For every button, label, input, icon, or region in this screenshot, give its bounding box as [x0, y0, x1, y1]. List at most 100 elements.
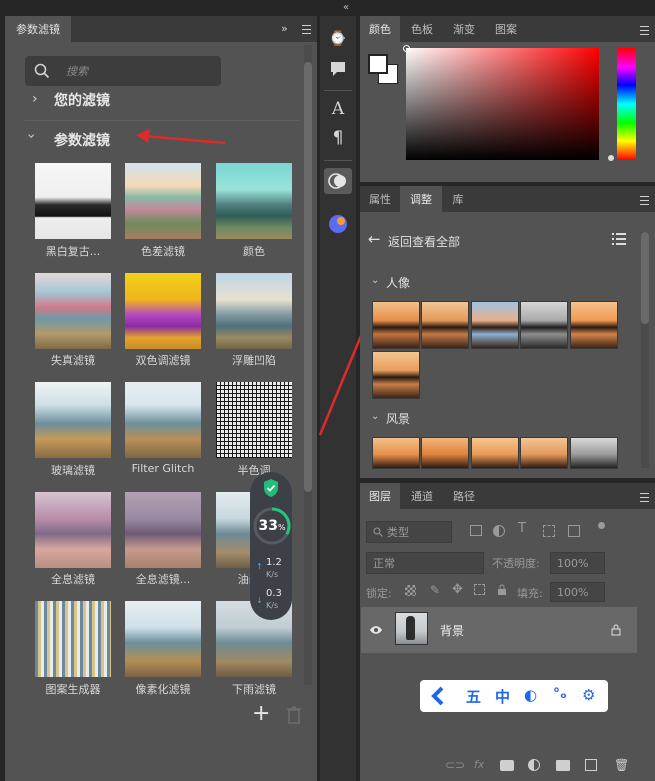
tab-swatches[interactable]: 色板 — [402, 16, 442, 42]
filter-thumb[interactable] — [125, 163, 201, 239]
blend-mode-select[interactable]: 正常 — [366, 552, 484, 574]
filter-thumb[interactable] — [35, 273, 111, 349]
fx-icon[interactable]: fx — [474, 758, 484, 771]
chevron-down-icon[interactable]: › — [23, 133, 39, 139]
trash-icon[interactable] — [286, 706, 302, 724]
back-to-all-link[interactable]: 返回查看全部 — [388, 233, 460, 250]
new-group-icon[interactable] — [556, 760, 570, 771]
list-view-icon[interactable] — [612, 233, 626, 248]
comment-icon[interactable] — [326, 58, 350, 80]
preset-thumb[interactable] — [372, 437, 420, 469]
filter-thumb[interactable] — [35, 492, 111, 568]
filter-pixel-icon[interactable] — [470, 525, 482, 536]
add-mask-icon[interactable] — [500, 760, 514, 771]
speed-percent: 33% — [258, 518, 286, 534]
tab-layers[interactable]: 图层 — [360, 483, 400, 509]
color-field[interactable] — [406, 48, 599, 160]
tab-libraries[interactable]: 库 — [442, 186, 474, 212]
left-panel-tab[interactable]: 参数滤镜 — [5, 16, 71, 42]
lock-artboard-icon[interactable] — [474, 584, 485, 595]
filter-thumb[interactable] — [216, 163, 292, 239]
tab-gradients[interactable]: 渐变 — [444, 16, 484, 42]
search-box[interactable] — [25, 56, 221, 86]
chevron-right-icon[interactable]: › — [32, 91, 38, 107]
paragraph-icon[interactable]: ¶ — [326, 127, 350, 149]
color-panel-menu-icon[interactable] — [640, 26, 649, 35]
layer-kind-filter[interactable]: 类型 — [366, 521, 452, 543]
hue-slider[interactable] — [617, 48, 636, 160]
filter-thumb[interactable] — [35, 382, 111, 458]
lock-all-icon[interactable] — [497, 584, 507, 595]
filter-thumb[interactable] — [125, 382, 201, 458]
adjust-panel-menu-icon[interactable] — [640, 196, 649, 205]
ime-wubi[interactable]: 五 — [466, 686, 481, 707]
filter-thumb-bw[interactable] — [35, 163, 111, 239]
color-field-picker[interactable] — [403, 45, 410, 52]
tab-channels[interactable]: 通道 — [402, 483, 442, 509]
filter-label: 像素化滤镜 — [135, 683, 191, 696]
ime-settings-icon[interactable]: ⚙ — [582, 686, 595, 704]
visibility-eye-icon[interactable] — [369, 625, 383, 635]
top-collapse-icon[interactable]: « — [343, 2, 349, 13]
ime-logo-icon[interactable] — [430, 686, 448, 706]
search-input[interactable]: 搜索 — [66, 63, 88, 79]
collapse-icon[interactable]: » — [281, 22, 288, 35]
preset-group-landscape[interactable]: 风景 — [386, 410, 410, 427]
layer-name[interactable]: 背景 — [440, 622, 464, 639]
back-arrow-icon[interactable]: ← — [368, 230, 381, 248]
filter-thumb[interactable] — [35, 601, 111, 677]
ime-punctuation-icon[interactable]: ◐ — [524, 686, 537, 704]
new-adjustment-layer-icon[interactable] — [528, 759, 540, 771]
tab-properties[interactable]: 属性 — [360, 186, 400, 212]
foreground-color-swatch[interactable] — [368, 54, 388, 74]
preset-thumb[interactable] — [520, 437, 568, 469]
chevron-down-icon[interactable]: ⌄ — [371, 275, 379, 286]
delete-layer-icon[interactable]: 🗑 — [614, 758, 629, 772]
filter-shape-icon[interactable] — [543, 525, 555, 537]
tab-patterns[interactable]: 图案 — [486, 16, 526, 42]
layers-panel-menu-icon[interactable] — [640, 493, 649, 502]
tab-color[interactable]: 颜色 — [360, 16, 400, 42]
your-filters-heading[interactable]: 您的滤镜 — [54, 90, 110, 110]
upload-unit: K/s — [266, 570, 279, 579]
lock-position-icon[interactable]: ✥ — [452, 582, 463, 597]
new-layer-icon[interactable] — [585, 759, 597, 771]
history-icon[interactable]: ⌚ — [326, 28, 350, 50]
opacity-field[interactable]: 100% — [550, 552, 605, 574]
left-scrollbar-thumb[interactable] — [304, 62, 312, 492]
preset-thumb[interactable] — [421, 301, 469, 349]
tab-paths[interactable]: 路径 — [444, 483, 484, 509]
preset-thumb[interactable] — [570, 437, 618, 469]
filter-smart-object-icon[interactable] — [568, 525, 580, 537]
preset-thumb[interactable] — [471, 437, 519, 469]
hue-slider-handle[interactable] — [608, 155, 614, 161]
preset-group-portrait[interactable]: 人像 — [386, 274, 410, 291]
lock-pixels-icon[interactable]: ✎ — [430, 583, 440, 597]
filter-thumb[interactable] — [125, 492, 201, 568]
panel-menu-icon[interactable] — [302, 25, 311, 34]
parametric-filters-heading[interactable]: 参数滤镜 — [54, 130, 110, 150]
filter-thumb[interactable] — [125, 273, 201, 349]
link-layers-icon[interactable]: ⊂⊃ — [445, 758, 465, 772]
ime-chinese-mode[interactable]: 中 — [495, 686, 510, 707]
fill-field[interactable]: 100% — [550, 582, 605, 602]
filter-thumb[interactable] — [125, 601, 201, 677]
filter-adjustment-icon[interactable] — [493, 525, 505, 537]
adjust-scrollbar-thumb[interactable] — [641, 232, 649, 324]
tab-adjustments[interactable]: 调整 — [400, 186, 442, 212]
preset-thumb[interactable] — [372, 301, 420, 349]
filter-toggle[interactable] — [598, 522, 605, 529]
add-icon[interactable]: + — [252, 703, 270, 725]
character-icon[interactable]: A — [326, 98, 350, 120]
preset-thumb[interactable] — [570, 301, 618, 349]
preset-thumb[interactable] — [421, 437, 469, 469]
filter-thumb[interactable] — [216, 273, 292, 349]
preset-thumb[interactable] — [372, 351, 420, 399]
preset-thumb[interactable] — [520, 301, 568, 349]
ime-symbol-icon[interactable]: °ₒ — [553, 686, 567, 702]
chevron-down-icon[interactable]: ⌄ — [371, 411, 379, 422]
filter-type-icon[interactable]: T — [518, 521, 526, 536]
lock-transparent-icon[interactable] — [405, 585, 416, 596]
preset-thumb[interactable] — [471, 301, 519, 349]
filter-thumb[interactable] — [216, 382, 292, 458]
